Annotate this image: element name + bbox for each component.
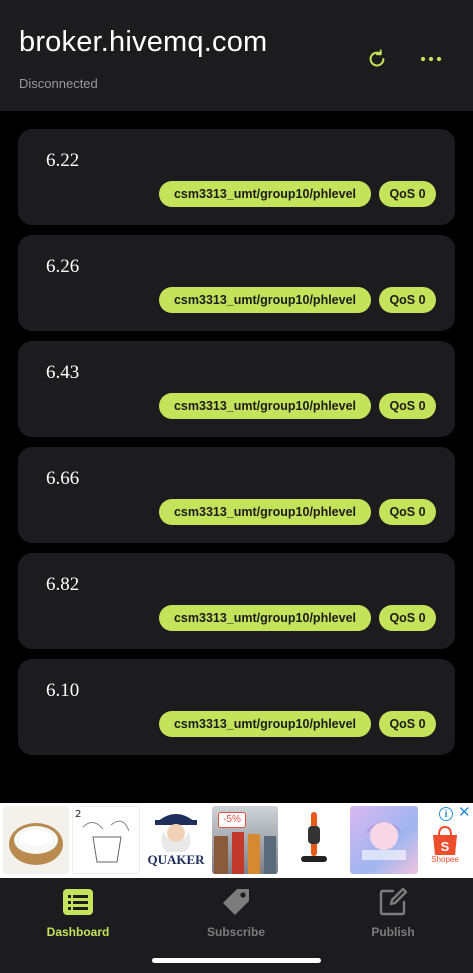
app-header: broker.hivemq.com Disconnected bbox=[0, 0, 473, 111]
qos-badge: QoS 0 bbox=[379, 605, 436, 631]
qos-badge: QoS 0 bbox=[379, 287, 436, 313]
qos-badge: QoS 0 bbox=[379, 181, 436, 207]
tab-dashboard[interactable]: Dashboard bbox=[18, 884, 138, 944]
svg-text:S: S bbox=[441, 839, 450, 854]
shopee-logo[interactable]: S Shopee bbox=[425, 825, 465, 871]
ad-number: 2 bbox=[75, 809, 82, 820]
message-value: 6.26 bbox=[46, 256, 80, 277]
message-card[interactable]: 6.22 csm3313_umt/group10/phlevel QoS 0 bbox=[18, 129, 455, 225]
tab-publish[interactable]: Publish bbox=[333, 884, 453, 944]
info-icon[interactable]: i bbox=[439, 807, 453, 821]
shopee-bag-icon: S bbox=[433, 825, 457, 855]
qos-badge: QoS 0 bbox=[379, 393, 436, 419]
topic-badge: csm3313_umt/group10/phlevel bbox=[159, 499, 371, 525]
message-card[interactable]: 6.82 csm3313_umt/group10/phlevel QoS 0 bbox=[18, 553, 455, 649]
ad-product-image[interactable]: -5% bbox=[212, 806, 278, 874]
message-value: 6.43 bbox=[46, 362, 80, 383]
message-value: 6.22 bbox=[46, 150, 80, 171]
more-horizontal-icon bbox=[420, 56, 442, 62]
sketch-drawing bbox=[82, 820, 130, 863]
message-card[interactable]: 6.26 csm3313_umt/group10/phlevel QoS 0 bbox=[18, 235, 455, 331]
tab-subscribe[interactable]: Subscribe bbox=[176, 884, 296, 944]
qos-badge: QoS 0 bbox=[379, 711, 436, 737]
tab-label: Dashboard bbox=[46, 925, 110, 939]
topic-badge: csm3313_umt/group10/phlevel bbox=[159, 605, 371, 631]
message-list: 6.22 csm3313_umt/group10/phlevel QoS 0 6… bbox=[18, 129, 455, 765]
broker-title: broker.hivemq.com bbox=[19, 26, 268, 58]
close-icon[interactable]: ✕ bbox=[458, 805, 471, 820]
refresh-icon bbox=[369, 49, 385, 67]
message-value: 6.10 bbox=[46, 680, 80, 701]
dashboard-list-icon bbox=[63, 889, 93, 915]
ad-product-image[interactable]: QUAKER bbox=[143, 806, 209, 874]
edit-square-icon bbox=[379, 887, 408, 916]
more-options-button[interactable] bbox=[416, 44, 446, 74]
quaker-logo-image bbox=[155, 814, 197, 852]
message-card[interactable]: 6.10 csm3313_umt/group10/phlevel QoS 0 bbox=[18, 659, 455, 755]
tag-icon bbox=[223, 889, 249, 915]
topic-badge: csm3313_umt/group10/phlevel bbox=[159, 711, 371, 737]
shopee-label: Shopee bbox=[431, 855, 459, 864]
store-shelves-image bbox=[214, 832, 276, 874]
ad-product-image[interactable]: 2 bbox=[72, 806, 140, 874]
anime-illustration bbox=[362, 822, 406, 860]
ad-banner[interactable]: 2 QUAKER -5% S Shopee i ✕ bbox=[0, 803, 473, 878]
quaker-brand-text: QUAKER bbox=[147, 852, 205, 867]
message-value: 6.82 bbox=[46, 574, 80, 595]
topic-badge: csm3313_umt/group10/phlevel bbox=[159, 393, 371, 419]
connection-status: Disconnected bbox=[19, 76, 98, 91]
ad-product-image[interactable] bbox=[281, 806, 347, 874]
message-value: 6.66 bbox=[46, 468, 80, 489]
tab-label: Subscribe bbox=[206, 925, 266, 939]
ad-product-image[interactable] bbox=[3, 806, 69, 874]
qos-badge: QoS 0 bbox=[379, 499, 436, 525]
topic-badge: csm3313_umt/group10/phlevel bbox=[159, 287, 371, 313]
refresh-button[interactable] bbox=[362, 44, 392, 74]
home-indicator bbox=[152, 958, 321, 963]
topic-badge: csm3313_umt/group10/phlevel bbox=[159, 181, 371, 207]
tab-label: Publish bbox=[371, 925, 415, 939]
ad-product-image[interactable] bbox=[350, 806, 418, 874]
message-card[interactable]: 6.66 csm3313_umt/group10/phlevel QoS 0 bbox=[18, 447, 455, 543]
message-card[interactable]: 6.43 csm3313_umt/group10/phlevel QoS 0 bbox=[18, 341, 455, 437]
